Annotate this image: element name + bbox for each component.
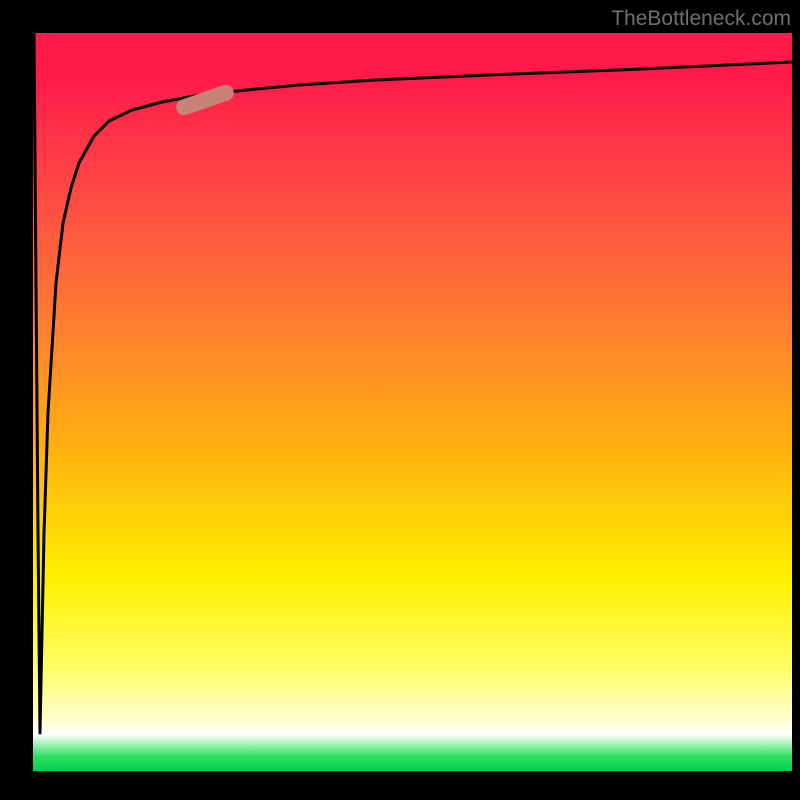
plot-area — [33, 33, 792, 771]
highlight-segment — [174, 83, 236, 118]
watermark-text: TheBottleneck.com — [611, 7, 791, 31]
bottleneck-curve — [34, 33, 792, 733]
curve-layer — [33, 33, 792, 771]
chart-frame: TheBottleneck.com — [0, 0, 800, 800]
